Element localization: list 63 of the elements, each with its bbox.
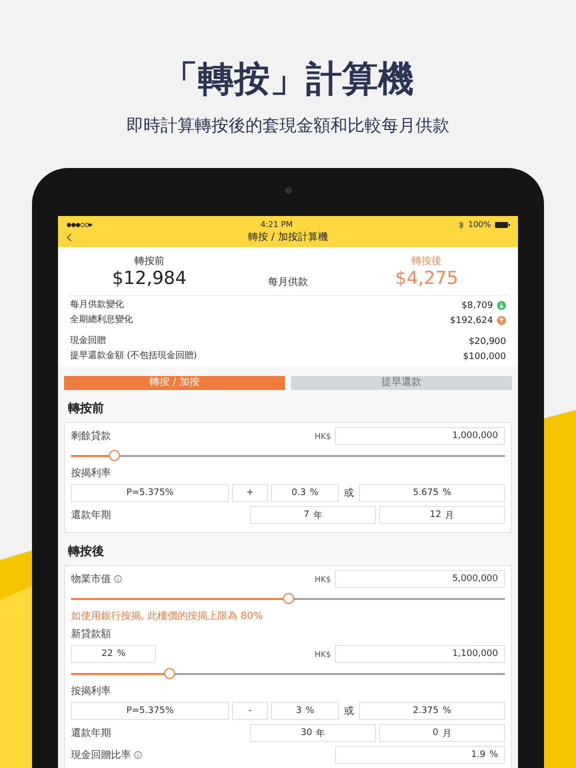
field-label: 剩餘貸款 (71, 430, 111, 443)
spread-field[interactable]: 3 % (271, 702, 339, 720)
info-icon[interactable] (134, 751, 142, 759)
field-label: 現金回贈比率 (71, 748, 142, 762)
months-field[interactable]: 12 月 (379, 506, 505, 524)
slider-thumb[interactable] (109, 450, 120, 461)
amount-field[interactable]: 5,000,000 (335, 570, 505, 588)
info-icon[interactable] (114, 575, 122, 583)
prime-rate-field[interactable]: P=5.375% (71, 702, 229, 720)
rate-field[interactable]: 5.675 % (359, 484, 505, 502)
arrow-up-icon (497, 316, 506, 325)
battery-icon (494, 222, 510, 228)
currency-label: HK$ (314, 432, 331, 440)
back-icon[interactable] (66, 232, 72, 242)
before-label: 轉按前 (134, 255, 164, 268)
subtitle: 即時計算轉按後的套現金額和比較每月供款 (126, 115, 450, 138)
battery-percent: 100% (468, 220, 491, 229)
stat-value: $100,000 (463, 352, 506, 362)
years-field[interactable]: 30 年 (250, 724, 376, 742)
slider-thumb[interactable] (164, 668, 175, 679)
years-field[interactable]: 7 年 (250, 506, 376, 524)
payment-label: 每月供款 (268, 276, 308, 289)
sign-field[interactable]: + (232, 484, 268, 502)
stat-label: 提早還款金額 (不包括現金回贈) (70, 350, 197, 363)
status-time: 4:21 PM (260, 220, 293, 229)
rate-field[interactable]: 2.375 % (359, 702, 505, 720)
stat-value: $192,624 (450, 316, 493, 326)
months-field[interactable]: 0 月 (379, 724, 505, 742)
after-label: 轉按後 (412, 255, 442, 268)
stat-value: $8,709 (462, 300, 493, 310)
after-payment: $4,275 (395, 268, 458, 289)
section-title: 轉按後 (67, 543, 105, 560)
amount-field[interactable]: 1,100,000 (335, 645, 505, 663)
headline: 「轉按」計算機 (162, 58, 414, 102)
field-label: 物業市值 (71, 572, 122, 586)
field-label: 新貸款額 (71, 628, 112, 641)
or-label: 或 (344, 704, 354, 718)
spread-field[interactable]: 0.3 % (271, 484, 339, 502)
currency-label: HK$ (314, 650, 331, 658)
field-label: 按揭利率 (71, 466, 112, 480)
before-payment: $12,984 (112, 268, 187, 289)
arrow-down-icon (497, 301, 506, 310)
percent-field[interactable]: 1.9 % (335, 746, 505, 764)
stat-label: 全期總利息變化 (70, 314, 133, 327)
signal-icon (66, 222, 94, 228)
screen-title: 轉按 / 加按計算機 (248, 230, 328, 244)
slider-thumb[interactable] (283, 593, 294, 604)
camera-lens (284, 187, 292, 194)
currency-label: HK$ (314, 574, 331, 584)
amount-field[interactable]: 1,000,000 (335, 427, 505, 445)
field-label: 還款年期 (71, 726, 111, 740)
sign-field[interactable]: - (232, 702, 268, 720)
bluetooth-icon (459, 220, 464, 228)
hint-text: 如使用銀行按揭, 此樓價的按揭上限為 80% (71, 610, 264, 623)
percent-field[interactable]: 22 % (71, 645, 156, 663)
stat-value: $20,900 (468, 336, 506, 346)
field-label: 還款年期 (71, 508, 111, 522)
prime-rate-field[interactable]: P=5.375% (71, 484, 229, 502)
stat-label: 現金回贈 (70, 335, 106, 348)
stat-label: 每月供款變化 (70, 299, 124, 312)
section-title: 轉按前 (67, 400, 105, 417)
or-label: 或 (344, 486, 354, 500)
field-label: 按揭利率 (71, 684, 112, 698)
